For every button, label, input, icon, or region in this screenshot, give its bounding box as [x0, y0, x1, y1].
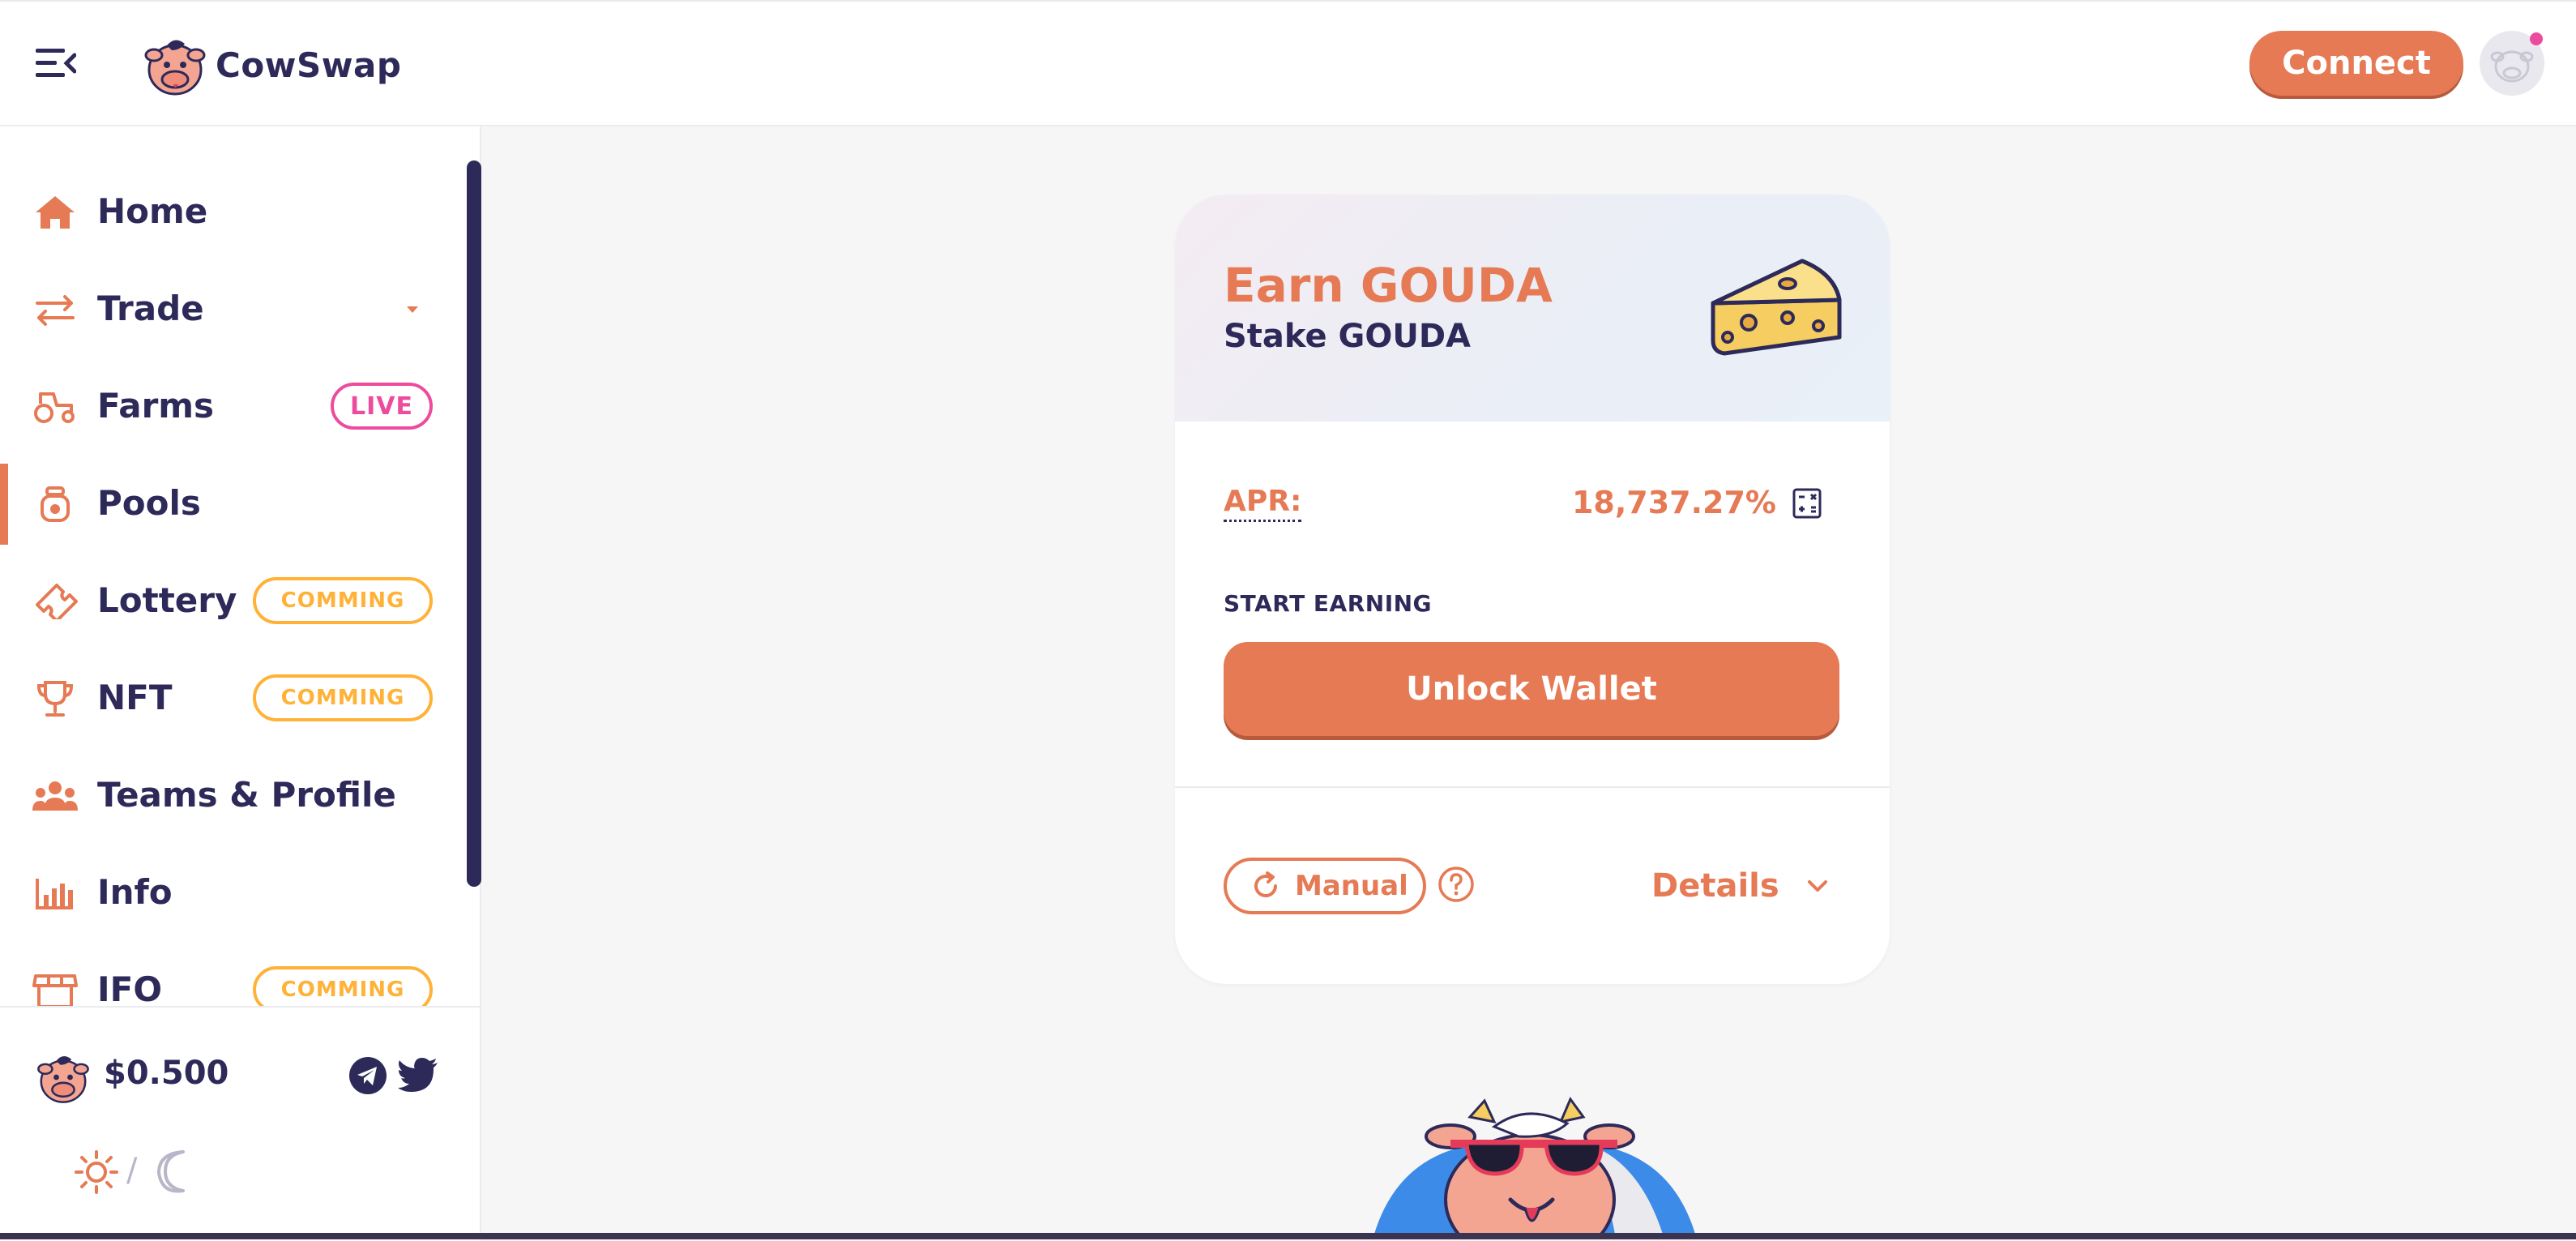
group-icon [32, 781, 78, 811]
shop-icon [32, 974, 78, 1006]
details-toggle[interactable]: Details [1651, 867, 1779, 905]
sidebar-item-label: Pools [97, 483, 201, 523]
sidebar-item-label: Trade [97, 289, 204, 328]
coming-badge: COMMING [253, 966, 433, 1006]
chart-icon [36, 879, 73, 909]
apr-label[interactable]: APR: [1224, 485, 1302, 522]
chevron-down-icon[interactable] [1807, 879, 1828, 893]
top-navbar: CowSwap Connect [0, 0, 2576, 126]
theme-separator: / [126, 1152, 138, 1189]
moon-icon[interactable] [154, 1149, 199, 1194]
honeypot-icon [41, 486, 70, 522]
refresh-icon [1254, 871, 1277, 897]
chevron-down-icon[interactable] [405, 305, 420, 315]
home-icon [36, 196, 75, 229]
trophy-icon [36, 681, 74, 717]
twitter-icon[interactable] [397, 1056, 439, 1095]
sun-icon[interactable] [75, 1150, 118, 1194]
sidebar-item-pools[interactable]: Pools [0, 464, 454, 545]
manual-tag: Manual [1224, 858, 1426, 914]
sidebar-nav: Home Trade Farms LIVE Pools Lottery COMM… [0, 126, 470, 1006]
sidebar-item-label: Info [97, 872, 173, 912]
swap-arrows-icon [36, 295, 75, 326]
cow-logo-icon [144, 40, 206, 96]
pool-subtitle: Stake GOUDA [1224, 318, 1471, 355]
ticket-icon [36, 584, 78, 619]
sidebar-item-trade[interactable]: Trade [0, 269, 454, 350]
sidebar-item-lottery[interactable]: Lottery COMMING [0, 561, 454, 642]
start-earning-label: START EARNING [1224, 590, 1433, 617]
apr-value: 18,737.27% [1571, 485, 1776, 520]
sidebar-item-label: Farms [97, 386, 215, 426]
sidebar-item-nft[interactable]: NFT COMMING [0, 658, 454, 739]
bottom-edge [0, 1233, 2576, 1239]
brand-logo-link[interactable]: CowSwap [143, 32, 401, 97]
pool-title: Earn GOUDA [1224, 258, 1553, 313]
telegram-icon[interactable] [348, 1056, 387, 1095]
tractor-icon [34, 392, 75, 423]
help-icon[interactable] [1438, 866, 1475, 903]
brand-name: CowSwap [216, 45, 402, 85]
pool-card: Earn GOUDA Stake GOUDA APR: 18,737.27% S… [1175, 195, 1890, 984]
token-price: $0.500 [104, 1055, 229, 1092]
pool-card-header: Earn GOUDA Stake GOUDA [1175, 195, 1890, 422]
sidebar-item-label: IFO [97, 969, 163, 1006]
unlock-wallet-button[interactable]: Unlock Wallet [1224, 642, 1839, 736]
sidebar-scrollbar[interactable] [467, 160, 481, 887]
sidebar-item-info[interactable]: Info [0, 853, 454, 934]
calculator-icon[interactable] [1792, 488, 1822, 519]
sidebar-item-home[interactable]: Home [0, 172, 454, 253]
cow-sunglasses-illustration [1373, 1096, 1697, 1239]
menu-collapse-icon[interactable] [36, 47, 76, 79]
sidebar-item-label: Home [97, 191, 208, 231]
cow-token-icon [37, 1056, 89, 1103]
notification-dot [2530, 32, 2543, 45]
sidebar-item-label: NFT [97, 678, 173, 717]
coming-badge: COMMING [253, 674, 433, 721]
sidebar-item-label: Lottery [97, 580, 237, 620]
card-divider [1175, 786, 1890, 788]
sidebar-item-label: Teams & Profile [97, 775, 396, 815]
sidebar-item-ifo[interactable]: IFO COMMING [0, 950, 454, 1006]
active-indicator [0, 464, 8, 545]
coming-badge: COMMING [253, 577, 433, 624]
cheese-icon [1711, 259, 1842, 356]
sidebar-footer: $0.500 / [0, 1006, 480, 1241]
manual-label: Manual [1295, 870, 1408, 902]
sidebar: Home Trade Farms LIVE Pools Lottery COMM… [0, 126, 481, 1241]
sidebar-item-teams-profile[interactable]: Teams & Profile [0, 755, 454, 837]
sidebar-item-farms[interactable]: Farms LIVE [0, 366, 454, 447]
connect-wallet-button[interactable]: Connect [2249, 31, 2463, 96]
live-badge: LIVE [331, 383, 433, 430]
profile-avatar[interactable] [2480, 31, 2544, 96]
